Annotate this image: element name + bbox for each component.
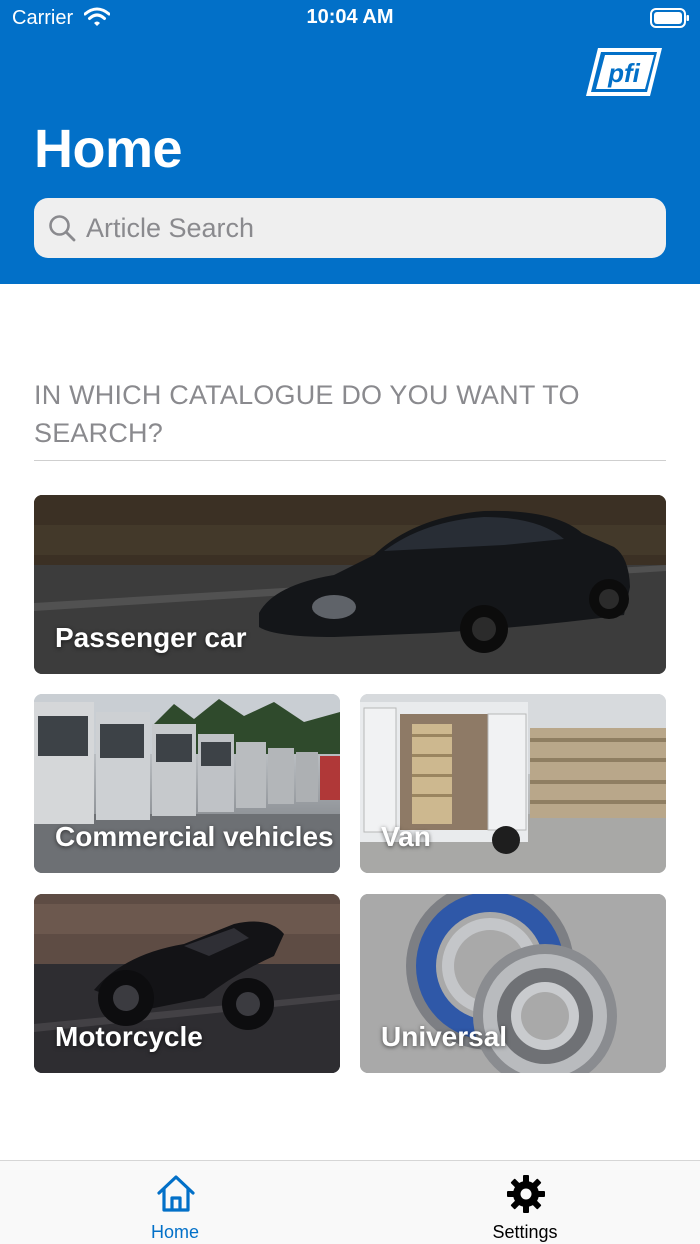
tab-home[interactable]: Home	[0, 1161, 350, 1244]
tile-label-motorcycle: Motorcycle	[55, 1021, 203, 1052]
catalogue-tile-motorcycle[interactable]: Motorcycle	[34, 894, 340, 1073]
catalogue-heading: IN WHICH CATALOGUE DO YOU WANT TO SEARCH…	[34, 380, 580, 448]
battery-icon	[650, 8, 689, 28]
divider	[34, 460, 666, 461]
tile-label-passenger-car: Passenger car	[55, 622, 247, 653]
catalogue-tile-commercial-vehicles[interactable]: Commercial vehicles	[34, 694, 340, 873]
tile-label-van: Van	[381, 821, 431, 852]
tab-home-label: Home	[150, 1222, 199, 1242]
clock: 10:04 AM	[306, 6, 394, 28]
search-input[interactable]	[86, 198, 646, 258]
tab-settings-label: Settings	[492, 1222, 558, 1242]
tab-settings[interactable]: Settings	[350, 1161, 700, 1244]
tab-bar: Home Settings	[0, 1160, 700, 1244]
home-icon	[157, 1175, 195, 1212]
status-bar: Carrier 10:04 AM	[0, 0, 700, 36]
search-bar[interactable]	[34, 198, 666, 258]
search-icon	[49, 215, 76, 242]
pfi-logo: pfi	[586, 48, 662, 96]
header: Carrier 10:04 AM pfi Home	[0, 0, 700, 284]
page-title: Home	[34, 119, 183, 179]
tile-label-universal: Universal	[381, 1021, 508, 1052]
gear-icon	[507, 1175, 545, 1213]
catalogue-tile-passenger-car[interactable]: Passenger car	[34, 495, 666, 674]
catalogue-tile-universal[interactable]: Universal	[360, 894, 666, 1073]
tile-label-commercial-vehicles: Commercial vehicles	[55, 821, 334, 852]
catalogue-tile-van[interactable]: Van	[360, 694, 666, 873]
svg-text:pfi: pfi	[607, 58, 641, 88]
